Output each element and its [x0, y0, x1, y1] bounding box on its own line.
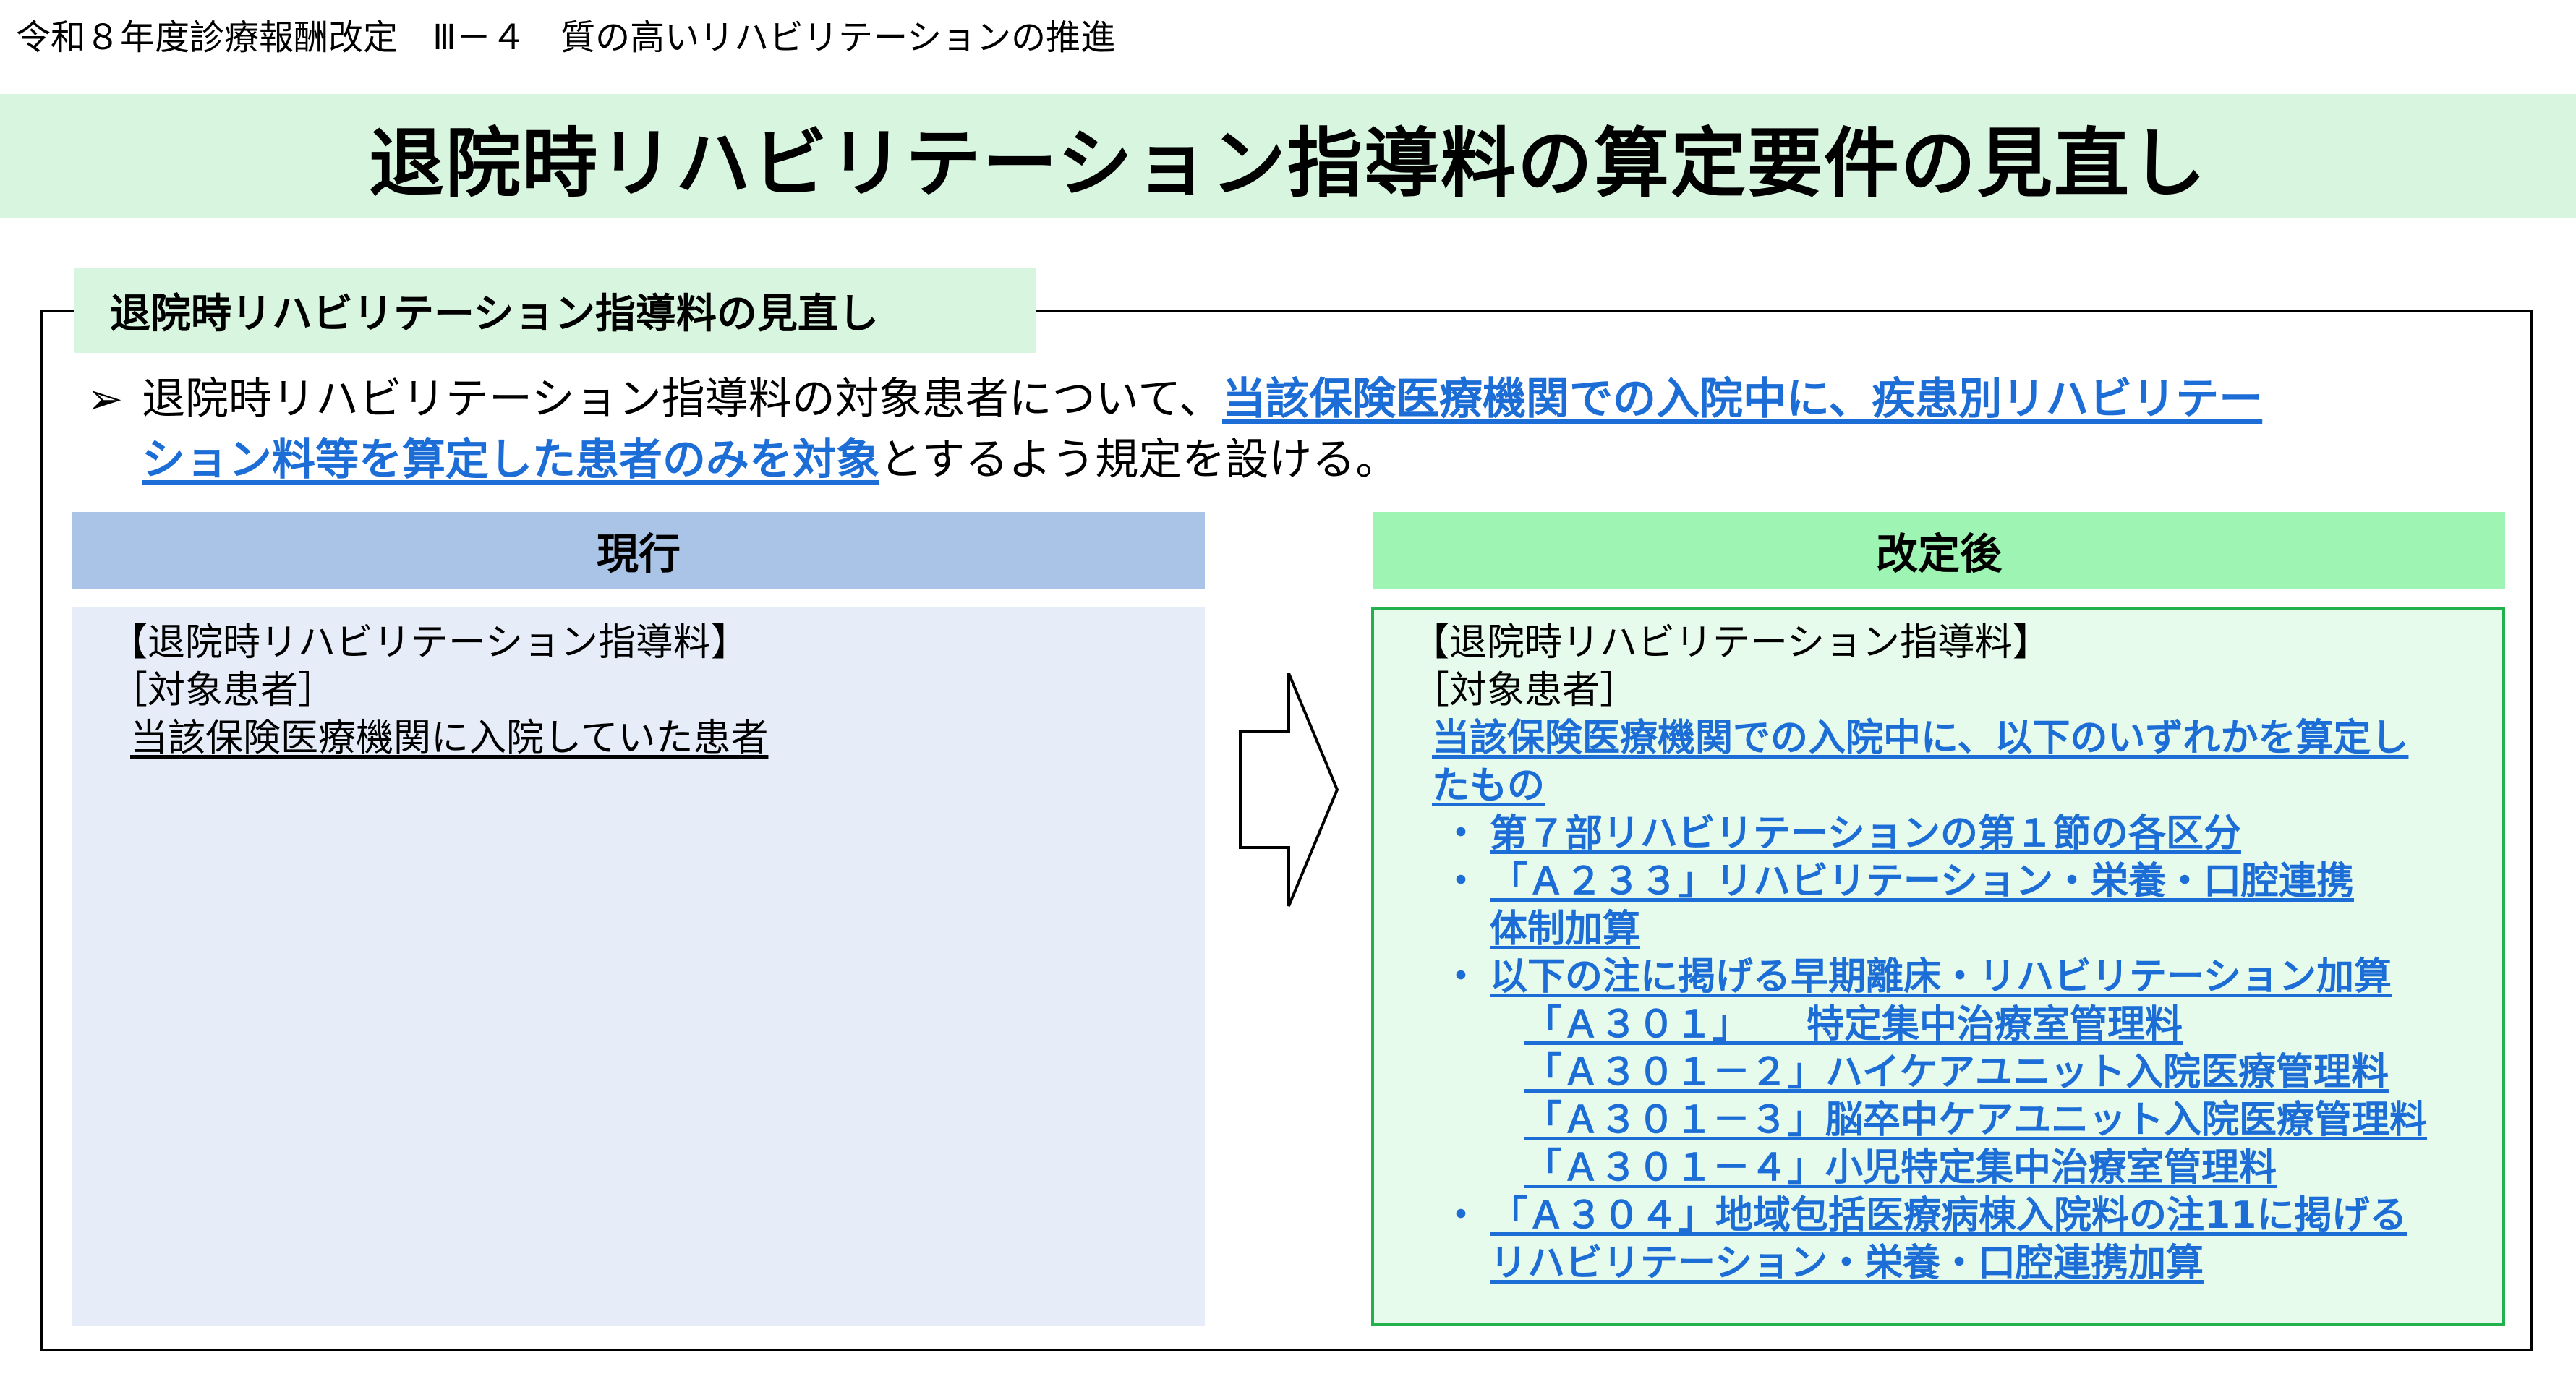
lead-text-1: 退院時リハビリテーション指導料の対象患者について、	[142, 374, 1222, 424]
revised-bullet-2-cont: 体制加算	[1490, 908, 1641, 951]
revised-line-2: ［対象患者］	[1412, 669, 1638, 712]
lead-text-2: とするよう規定を設ける。	[879, 435, 1399, 485]
revised-sub-1: 「Ａ３０１」 特定集中治療室管理料	[1524, 1003, 2183, 1046]
section-tab: 退院時リハビリテーション指導料の見直し	[74, 268, 1036, 353]
current-line-3: 当該保険医療機関に入院していた患者	[110, 714, 1205, 762]
lead-line-1: 退院時リハビリテーション指導料の対象患者について、当該保険医療機関での入院中に、…	[58, 369, 2517, 430]
revised-sub-4: 「Ａ３０１－４」小児特定集中治療室管理料	[1524, 1146, 2277, 1190]
bullet-dot-icon: ・	[1442, 1194, 1480, 1237]
current-column-header: 現行	[72, 512, 1205, 589]
current-line-2: ［対象患者］	[110, 669, 336, 712]
right-arrow-icon	[1239, 673, 1339, 907]
revised-bullet-3: ・以下の注に掲げる早期離床・リハビリテーション加算	[1412, 953, 2502, 1001]
revised-bullet-2: ・「Ａ２３３」リハビリテーション・栄養・口腔連携	[1412, 858, 2502, 905]
bullet-dot-icon: ・	[1442, 955, 1480, 999]
title-band: 退院時リハビリテーション指導料の算定要件の見直し	[0, 94, 2576, 218]
current-column-body: 【退院時リハビリテーション指導料】 ［対象患者］ 当該保険医療機関に入院していた…	[72, 607, 1205, 1326]
bullet-dot-icon: ・	[1442, 812, 1480, 855]
arrow-bullet-icon: ➢	[87, 374, 124, 424]
bullet-dot-icon: ・	[1442, 860, 1480, 903]
revised-intro-1: 当該保険医療機関での入院中に、以下のいずれかを算定し	[1432, 717, 2409, 760]
slide: 令和８年度診療報酬改定 Ⅲ－４ 質の高いリハビリテーションの推進 退院時リハビリ…	[0, 0, 2576, 1387]
revised-bullet-4-cont: リハビリテーション・栄養・口腔連携加算	[1490, 1242, 2204, 1285]
lead-paragraph: ➢ 退院時リハビリテーション指導料の対象患者について、当該保険医療機関での入院中…	[58, 369, 2517, 490]
lead-highlight-2: ション料等を算定した患者のみを対象	[142, 435, 879, 485]
lead-line-2: ション料等を算定した患者のみを対象とするよう規定を設ける。	[58, 430, 2517, 490]
revised-intro-2: たもの	[1432, 764, 1545, 808]
current-line-1: 【退院時リハビリテーション指導料】	[110, 621, 749, 665]
revised-bullet-1: ・第７部リハビリテーションの第１節の各区分	[1412, 810, 2502, 858]
current-target-text: 当該保険医療機関に入院していた患者	[130, 717, 769, 760]
header-caption: 令和８年度診療報酬改定 Ⅲ－４ 質の高いリハビリテーションの推進	[16, 17, 1116, 58]
revised-sub-2: 「Ａ３０１－２」ハイケアユニット入院医療管理料	[1524, 1051, 2389, 1094]
revised-bullet-4: ・「Ａ３０４」地域包括医療病棟入院料の注11に掲げる	[1412, 1192, 2502, 1239]
revised-column-body: 【退院時リハビリテーション指導料】 ［対象患者］ 当該保険医療機関での入院中に、…	[1371, 607, 2505, 1326]
revised-sub-3: 「Ａ３０１－３」脳卒中ケアユニット入院医療管理料	[1524, 1098, 2428, 1142]
lead-highlight-1: 当該保険医療機関での入院中に、疾患別リハビリテー	[1222, 374, 2263, 424]
revised-column-header: 改定後	[1373, 512, 2505, 589]
revised-line-1: 【退院時リハビリテーション指導料】	[1412, 621, 2050, 665]
page-title: 退院時リハビリテーション指導料の算定要件の見直し	[369, 119, 2207, 208]
